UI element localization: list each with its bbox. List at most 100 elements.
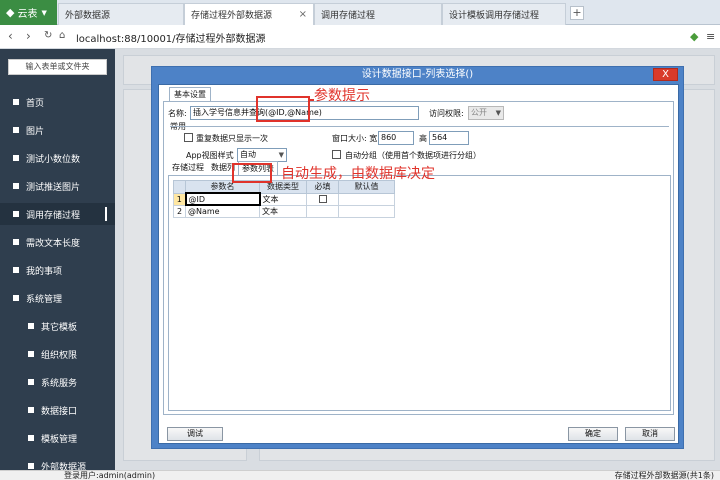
folder-icon xyxy=(28,407,34,413)
param-hint-annotation: 参数提示 xyxy=(314,88,370,104)
sidebar-item-label: 数据接口 xyxy=(41,406,78,417)
sidebar-item-label: 图片 xyxy=(26,126,45,137)
sidebar-item-system-admin[interactable]: 系统管理 xyxy=(0,287,115,309)
sidebar-item-label: 其它模板 xyxy=(41,322,78,333)
row-number: 1 xyxy=(173,192,186,206)
folder-icon xyxy=(13,267,19,273)
data-type-cell[interactable]: 文本 xyxy=(259,192,307,206)
window-size-label: 窗口大小: 宽 xyxy=(332,134,378,143)
sidebar-item-home[interactable]: 首页 xyxy=(0,91,115,113)
required-cell[interactable] xyxy=(306,192,339,206)
folder-icon xyxy=(28,435,34,441)
param-hint-highlight xyxy=(256,96,310,122)
address-bar: ‹ › ↻ ⌂ localhost:88/10001/存储过程外部数据源 ◆ ≡ xyxy=(0,25,720,49)
cancel-button[interactable]: 取消 xyxy=(625,427,675,441)
table-row: 2 @Name 文本 xyxy=(173,204,395,218)
sidebar-item-external-datasource[interactable]: 外部数据源 xyxy=(0,455,115,470)
close-icon[interactable]: × xyxy=(299,9,307,20)
dialog-close-button[interactable]: X xyxy=(653,68,678,81)
sidebar-item-test-decimal[interactable]: 测试小数位数 xyxy=(0,147,115,169)
tab-external-datasource[interactable]: 外部数据源 xyxy=(58,3,184,25)
sidebar-item-label: 测试推送图片 xyxy=(26,182,81,193)
forward-icon[interactable]: › xyxy=(26,29,31,43)
sidebar-item-label: 需改文本长度 xyxy=(26,238,81,249)
add-tab-button[interactable]: + xyxy=(570,6,584,20)
sidebar-item-label: 首页 xyxy=(26,98,45,109)
param-list-tab-highlight xyxy=(232,163,272,183)
sidebar-item-label: 我的事项 xyxy=(26,266,63,277)
data-type-cell[interactable]: 文本 xyxy=(259,204,307,218)
sidebar-item-label: 模板管理 xyxy=(41,434,78,445)
sidebar-item-call-stored-proc[interactable]: 调用存储过程 xyxy=(0,203,115,225)
sidebar-item-template-management[interactable]: 模板管理 xyxy=(0,427,115,449)
row-number: 2 xyxy=(173,204,186,218)
tab-bar: ◆ 云表 ▼ 外部数据源 存储过程外部数据源 × 调用存储过程 设计模板调用存储… xyxy=(0,0,720,25)
param-name-cell[interactable]: @ID xyxy=(184,192,261,206)
tab-stored-procedure[interactable]: 存储过程 xyxy=(169,161,207,175)
test-button[interactable]: 调试 xyxy=(167,427,223,441)
app-logo-icon: ◆ xyxy=(6,6,15,19)
back-icon[interactable]: ‹ xyxy=(8,29,13,43)
parameter-table: 参数名 数据类型 必填 默认值 1 @ID 文本 2 @Name 文本 xyxy=(173,180,395,218)
default-value-cell[interactable] xyxy=(338,204,395,218)
tab-stored-proc-datasource[interactable]: 存储过程外部数据源 × xyxy=(184,3,314,25)
tab-label: 设计模板调用存储过程 xyxy=(449,11,540,21)
tab-call-stored-proc[interactable]: 调用存储过程 xyxy=(314,3,442,25)
reload-icon[interactable]: ↻ xyxy=(44,30,52,41)
access-select[interactable]: 公开 ▼ xyxy=(468,106,504,120)
app-view-value: 自动 xyxy=(240,150,256,159)
document-icon xyxy=(13,127,19,133)
tab-design-template[interactable]: 设计模板调用存储过程 xyxy=(442,3,566,25)
sidebar-item-label: 外部数据源 xyxy=(41,462,87,471)
logged-in-user: 登录用户:admin(admin) xyxy=(64,471,156,480)
home-icon xyxy=(13,99,19,105)
sidebar-item-other-templates[interactable]: 其它模板 xyxy=(0,315,115,337)
folder-icon xyxy=(28,351,34,357)
folder-icon xyxy=(28,463,34,469)
sidebar-item-system-services[interactable]: 系统服务 xyxy=(0,371,115,393)
dialog-body: 基本设置 名称: 插入学号信息并查询(@ID,@Name) 访问权限: 公开 ▼… xyxy=(158,84,679,444)
document-icon xyxy=(13,155,19,161)
app-menu-button[interactable]: ◆ 云表 ▼ xyxy=(0,0,57,25)
window-width-input[interactable]: 860 xyxy=(378,131,414,145)
sidebar-item-text-length[interactable]: 需改文本长度 xyxy=(0,231,115,253)
chevron-down-icon: ▼ xyxy=(278,151,284,159)
table-row: 1 @ID 文本 xyxy=(173,192,395,206)
tab-label: 存储过程外部数据源 xyxy=(191,11,273,21)
extension-icon[interactable]: ◆ xyxy=(690,30,698,43)
access-label: 访问权限: xyxy=(429,109,464,118)
auto-group-label: 自动分组（使用首个数据项进行分组） xyxy=(345,151,481,160)
sidebar-item-images[interactable]: 图片 xyxy=(0,119,115,141)
window-height-label: 高 xyxy=(419,134,427,143)
tab-basic-settings[interactable]: 基本设置 xyxy=(169,87,211,101)
required-checkbox[interactable] xyxy=(318,195,327,203)
param-name-cell[interactable]: @Name xyxy=(185,204,260,218)
search-input[interactable]: 输入表单或文件夹 xyxy=(8,59,107,75)
auto-group-checkbox[interactable] xyxy=(332,150,341,159)
sidebar-item-my-tasks[interactable]: 我的事项 xyxy=(0,259,115,281)
window-height-input[interactable]: 564 xyxy=(429,131,469,145)
sidebar-item-data-interface[interactable]: 数据接口 xyxy=(0,399,115,421)
repeat-once-label: 重复数据只显示一次 xyxy=(196,134,268,143)
repeat-once-checkbox[interactable] xyxy=(184,133,193,142)
home-icon[interactable]: ⌂ xyxy=(59,30,65,41)
app-view-label: App视图样式 xyxy=(186,151,234,160)
document-icon xyxy=(13,239,19,245)
tab-label: 调用存储过程 xyxy=(321,11,376,21)
chevron-down-icon: ▼ xyxy=(495,109,501,117)
access-value: 公开 xyxy=(471,108,487,117)
app-view-select[interactable]: 自动 ▼ xyxy=(237,148,287,162)
url-text[interactable]: localhost:88/10001/存储过程外部数据源 xyxy=(76,30,266,45)
sidebar-item-test-push-image[interactable]: 测试推送图片 xyxy=(0,175,115,197)
sidebar-item-org-permissions[interactable]: 组织权限 xyxy=(0,343,115,365)
sidebar-item-label: 测试小数位数 xyxy=(26,154,81,165)
ok-button[interactable]: 确定 xyxy=(568,427,618,441)
default-value-cell[interactable] xyxy=(338,192,395,206)
design-interface-dialog: 设计数据接口-列表选择() X 基本设置 名称: 插入学号信息并查询(@ID,@… xyxy=(151,66,684,449)
folder-icon xyxy=(13,295,19,301)
required-cell[interactable] xyxy=(306,204,339,218)
document-icon xyxy=(13,183,19,189)
record-count: 存储过程外部数据源(共1条) xyxy=(614,471,714,480)
menu-icon[interactable]: ≡ xyxy=(706,30,715,43)
folder-icon xyxy=(28,379,34,385)
